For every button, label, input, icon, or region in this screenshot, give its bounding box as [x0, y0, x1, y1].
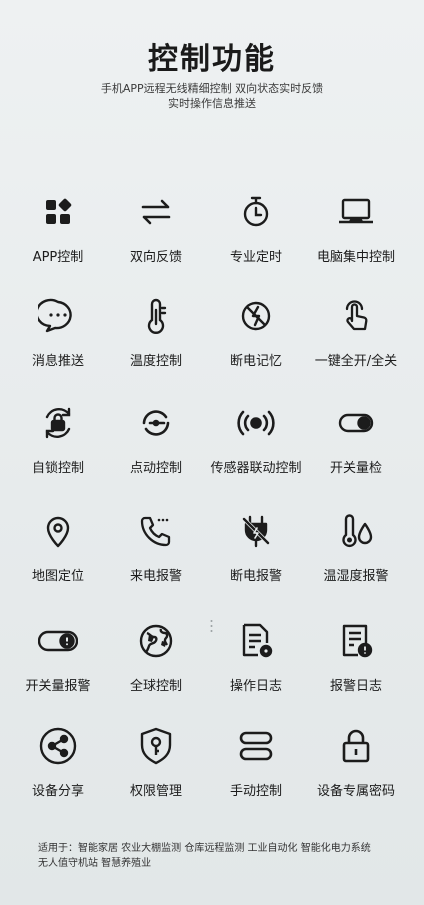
location-pin-icon	[38, 511, 78, 551]
footer-applications: 适用于：智能家居 农业大棚监测 仓库远程监测 工业自动化 智能化电力系统 无人值…	[38, 841, 398, 871]
timer-icon	[236, 192, 276, 232]
app-grid-icon	[38, 192, 78, 232]
power-off-memory-icon	[236, 296, 276, 336]
feature-label: 传感器联动控制	[210, 461, 302, 476]
feature-label: 自锁控制	[31, 461, 84, 476]
page-title: 控制功能	[148, 42, 276, 77]
tap-finger-icon	[336, 296, 376, 336]
jog-control-icon	[136, 403, 176, 443]
divider-dots	[210, 620, 213, 632]
globe-icon	[136, 621, 176, 661]
feature-label: APP控制	[32, 250, 84, 265]
manual-control-icon	[236, 726, 276, 766]
alarm-log-icon	[336, 621, 376, 661]
feature-label: 一键全开/全关	[314, 354, 398, 369]
feature-label: 点动控制	[129, 461, 182, 476]
feature-label: 开关量报警	[25, 679, 91, 694]
feature-label: 温湿度报警	[323, 569, 389, 584]
feature-label: 地图定位	[31, 569, 84, 584]
feature-label: 来电报警	[129, 569, 182, 584]
feature-label: 设备分享	[31, 784, 84, 799]
temp-humidity-icon	[336, 511, 376, 551]
subtitle-line2: 实时操作信息推送	[168, 97, 256, 110]
laptop-icon	[336, 192, 376, 232]
bidirectional-arrows-icon	[136, 192, 176, 232]
toggle-switch-icon	[336, 403, 376, 443]
feature-label: 断电报警	[229, 569, 282, 584]
footer-line1: 适用于：智能家居 农业大棚监测 仓库远程监测 工业自动化 智能化电力系统	[38, 843, 371, 854]
subtitle-line1: 手机APP远程无线精细控制 双向状态实时反馈	[100, 82, 324, 95]
footer-line2: 无人值守机站 智慧养殖业	[38, 858, 152, 869]
feature-label: 电脑集中控制	[316, 250, 395, 265]
feature-label: 断电记忆	[229, 354, 282, 369]
feature-label: 权限管理	[129, 784, 182, 799]
feature-label: 操作日志	[229, 679, 282, 694]
feature-label: 专业定时	[229, 250, 282, 265]
feature-label: 手动控制	[229, 784, 282, 799]
power-plug-alarm-icon	[236, 511, 276, 551]
feature-label: 开关量检	[329, 461, 382, 476]
permission-shield-icon	[136, 726, 176, 766]
switch-alarm-icon	[38, 621, 78, 661]
sensor-signal-icon	[236, 403, 276, 443]
incoming-call-icon	[136, 511, 176, 551]
feature-label: 温度控制	[129, 354, 182, 369]
feature-label: 设备专属密码	[316, 784, 395, 799]
self-lock-icon	[38, 403, 78, 443]
feature-label: 报警日志	[329, 679, 382, 694]
feature-label: 消息推送	[31, 354, 84, 369]
feature-label: 全球控制	[129, 679, 182, 694]
share-icon	[38, 726, 78, 766]
message-bubble-icon	[38, 296, 78, 336]
thermometer-icon	[136, 296, 176, 336]
operation-log-icon	[236, 621, 276, 661]
padlock-icon	[336, 726, 376, 766]
feature-label: 双向反馈	[129, 250, 182, 265]
